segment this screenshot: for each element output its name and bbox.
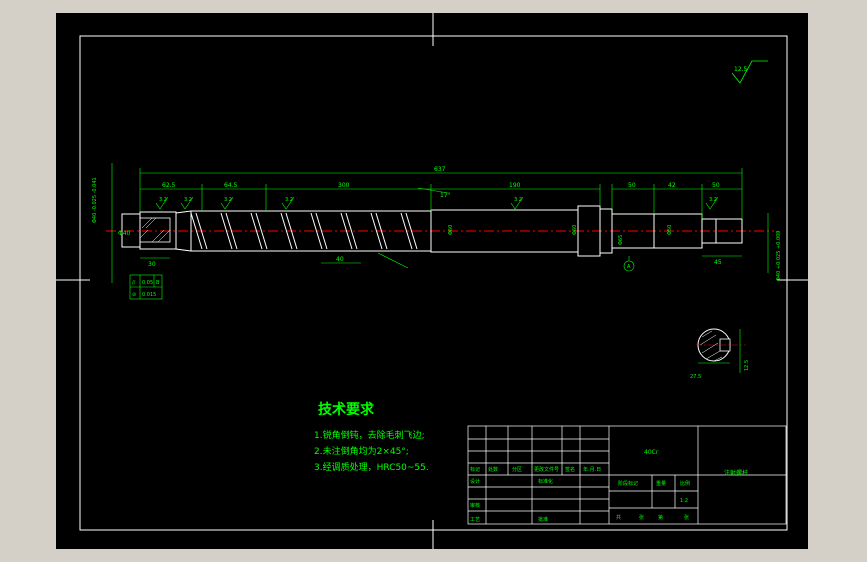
svg-text:40: 40: [336, 256, 344, 263]
svg-text:3.2: 3.2: [709, 197, 717, 203]
svg-text:工艺: 工艺: [470, 517, 480, 523]
svg-text:12.5: 12.5: [744, 360, 750, 371]
svg-text:审核: 审核: [470, 502, 480, 509]
svg-text:300: 300: [338, 182, 350, 189]
svg-text:27.5: 27.5: [690, 374, 701, 380]
svg-text:42: 42: [668, 182, 676, 189]
svg-text:50: 50: [712, 182, 720, 189]
svg-text:1:2: 1:2: [680, 498, 688, 504]
svg-text:第: 第: [658, 514, 663, 521]
svg-text:更改文件号: 更改文件号: [534, 466, 559, 473]
svg-text:阶段标记: 阶段标记: [618, 480, 638, 487]
section-view: 27.5 12.5: [690, 328, 750, 380]
svg-text:标记: 标记: [470, 466, 480, 473]
svg-text:张: 张: [639, 514, 644, 521]
left-hatch-section: [139, 217, 171, 243]
svg-text:批准: 批准: [538, 516, 548, 523]
cad-drawing: 12.5 637 62.5 64.5 300 190 50 42 50 40 1…: [56, 13, 808, 549]
svg-text:Φ40 -0.025 -0.041: Φ40 -0.025 -0.041: [92, 177, 98, 223]
svg-text:Φ40: Φ40: [118, 230, 131, 237]
tolerance-frame: // 0.05 B ⊘ 0.015: [129, 274, 163, 300]
dimension-lines: [111, 163, 769, 283]
roughness-marks: [155, 196, 719, 210]
svg-text:比例: 比例: [680, 480, 690, 487]
svg-text:⊘: ⊘: [132, 292, 136, 298]
svg-text:30: 30: [148, 261, 156, 268]
notes-title: 技术要求: [318, 401, 375, 418]
svg-text:Φ60: Φ60: [448, 225, 454, 235]
svg-text:Φ40 +0.025 +0.009: Φ40 +0.025 +0.009: [776, 231, 782, 281]
svg-text:共: 共: [616, 514, 621, 521]
svg-text:64.5: 64.5: [224, 182, 238, 189]
svg-text:3.2: 3.2: [285, 197, 293, 203]
svg-text:注射螺杆: 注射螺杆: [724, 469, 748, 477]
svg-text:0.015: 0.015: [142, 292, 156, 298]
svg-text:3.2: 3.2: [514, 197, 522, 203]
svg-text:62.5: 62.5: [162, 182, 176, 189]
svg-text:B: B: [156, 280, 160, 286]
svg-text:签名: 签名: [565, 466, 575, 473]
svg-text:Φ50: Φ50: [667, 225, 673, 235]
centering-marks: [56, 13, 808, 549]
inner-frame: [79, 35, 788, 531]
svg-text:标准化: 标准化: [538, 478, 553, 485]
svg-text:17°: 17°: [440, 192, 451, 199]
svg-text:190: 190: [509, 182, 521, 189]
note-item: 2.未注倒角均为2×45°;: [314, 445, 409, 457]
svg-text:张: 张: [684, 514, 689, 521]
svg-text:年.月.日: 年.月.日: [583, 466, 601, 473]
svg-text:12.5: 12.5: [734, 66, 748, 73]
drawing-canvas[interactable]: 12.5 637 62.5 64.5 300 190 50 42 50 40 1…: [56, 13, 808, 549]
svg-text://: //: [132, 280, 136, 286]
svg-text:3.2: 3.2: [184, 197, 192, 203]
svg-text:40Cr: 40Cr: [644, 449, 659, 456]
svg-text:45: 45: [714, 259, 722, 266]
svg-text:0.05: 0.05: [142, 280, 153, 286]
svg-text:Φ60: Φ60: [572, 225, 578, 235]
svg-text:分区: 分区: [512, 466, 522, 473]
note-item: 3.经调质处理，HRC50~55.: [314, 461, 429, 473]
svg-text:重量: 重量: [656, 480, 666, 487]
note-item: 1.锐角倒钝，去除毛刺飞边;: [314, 429, 425, 441]
svg-text:处数: 处数: [488, 466, 498, 473]
svg-text:637: 637: [434, 166, 446, 173]
svg-text:3.2: 3.2: [224, 197, 232, 203]
svg-text:Φ65: Φ65: [618, 235, 624, 245]
svg-text:3.2: 3.2: [159, 197, 167, 203]
datum-marker: A: [623, 256, 635, 272]
svg-text:设计: 设计: [470, 478, 480, 485]
svg-text:A: A: [627, 264, 631, 270]
svg-text:50: 50: [628, 182, 636, 189]
roughness-symbol: 12.5: [731, 60, 768, 84]
